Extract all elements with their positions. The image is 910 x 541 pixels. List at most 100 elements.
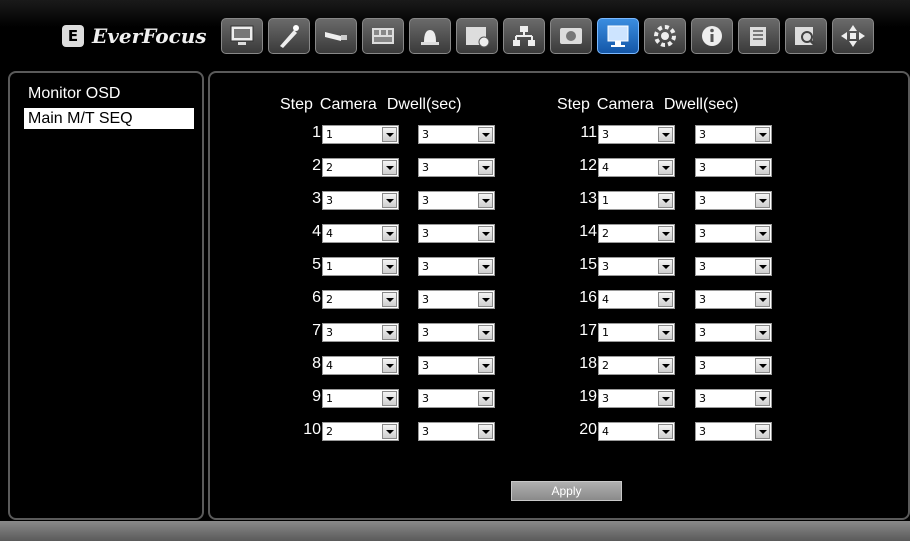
chevron-down-icon[interactable] — [658, 160, 673, 175]
chevron-down-icon[interactable] — [658, 325, 673, 340]
chevron-down-icon[interactable] — [658, 424, 673, 439]
chevron-down-icon[interactable] — [382, 325, 397, 340]
dwell-select-value: 3 — [699, 326, 706, 339]
chevron-down-icon[interactable] — [382, 292, 397, 307]
dwell-select[interactable]: 3 — [418, 125, 495, 144]
dwell-select[interactable]: 3 — [695, 323, 772, 342]
camera-select[interactable]: 2 — [598, 356, 675, 375]
dwell-select[interactable]: 3 — [695, 257, 772, 276]
chevron-down-icon[interactable] — [478, 127, 493, 142]
camera-select[interactable]: 1 — [598, 191, 675, 210]
camera-select[interactable]: 2 — [598, 224, 675, 243]
chevron-down-icon[interactable] — [382, 358, 397, 373]
toolbar-button-settings-gear[interactable] — [644, 18, 686, 54]
chevron-down-icon[interactable] — [658, 193, 673, 208]
camera-select[interactable]: 4 — [598, 158, 675, 177]
chevron-down-icon[interactable] — [382, 391, 397, 406]
camera-select[interactable]: 4 — [322, 224, 399, 243]
camera-select[interactable]: 3 — [322, 191, 399, 210]
chevron-down-icon[interactable] — [658, 226, 673, 241]
chevron-down-icon[interactable] — [478, 259, 493, 274]
toolbar-button-network[interactable] — [503, 18, 545, 54]
toolbar-button-alarm[interactable] — [409, 18, 451, 54]
chevron-down-icon[interactable] — [755, 325, 770, 340]
toolbar-button-ptz[interactable] — [832, 18, 874, 54]
sidebar-item-monitor-osd[interactable]: Monitor OSD — [24, 83, 194, 104]
camera-select[interactable]: 1 — [322, 389, 399, 408]
chevron-down-icon[interactable] — [478, 325, 493, 340]
chevron-down-icon[interactable] — [382, 127, 397, 142]
dwell-select[interactable]: 3 — [695, 224, 772, 243]
dwell-select[interactable]: 3 — [418, 356, 495, 375]
chevron-down-icon[interactable] — [755, 424, 770, 439]
dwell-select[interactable]: 3 — [418, 257, 495, 276]
toolbar-button-schedule[interactable] — [456, 18, 498, 54]
chevron-down-icon[interactable] — [478, 193, 493, 208]
chevron-down-icon[interactable] — [755, 292, 770, 307]
camera-select[interactable]: 4 — [598, 422, 675, 441]
sidebar-item-main-mt-seq[interactable]: Main M/T SEQ — [24, 108, 194, 129]
chevron-down-icon[interactable] — [478, 226, 493, 241]
toolbar-button-info[interactable] — [691, 18, 733, 54]
dwell-select[interactable]: 3 — [418, 191, 495, 210]
chevron-down-icon[interactable] — [382, 259, 397, 274]
camera-select[interactable]: 3 — [598, 125, 675, 144]
chevron-down-icon[interactable] — [478, 160, 493, 175]
dwell-select[interactable]: 3 — [695, 191, 772, 210]
camera-select[interactable]: 2 — [322, 422, 399, 441]
chevron-down-icon[interactable] — [658, 127, 673, 142]
dwell-select[interactable]: 3 — [418, 422, 495, 441]
toolbar-button-disk[interactable] — [550, 18, 592, 54]
chevron-down-icon[interactable] — [478, 424, 493, 439]
dwell-select[interactable]: 3 — [418, 389, 495, 408]
camera-select[interactable]: 1 — [322, 125, 399, 144]
camera-select[interactable]: 4 — [598, 290, 675, 309]
apply-button[interactable]: Apply — [511, 481, 622, 501]
chevron-down-icon[interactable] — [658, 391, 673, 406]
chevron-down-icon[interactable] — [382, 226, 397, 241]
camera-select[interactable]: 3 — [322, 323, 399, 342]
toolbar-button-search[interactable] — [785, 18, 827, 54]
chevron-down-icon[interactable] — [382, 160, 397, 175]
camera-select[interactable]: 3 — [598, 257, 675, 276]
camera-select[interactable]: 1 — [322, 257, 399, 276]
chevron-down-icon[interactable] — [478, 292, 493, 307]
dwell-select[interactable]: 3 — [695, 290, 772, 309]
chevron-down-icon[interactable] — [755, 127, 770, 142]
dwell-select-value: 3 — [699, 260, 706, 273]
dwell-select[interactable]: 3 — [695, 356, 772, 375]
chevron-down-icon[interactable] — [658, 358, 673, 373]
chevron-down-icon[interactable] — [755, 160, 770, 175]
dwell-select[interactable]: 3 — [695, 158, 772, 177]
toolbar-button-record[interactable] — [362, 18, 404, 54]
dwell-select[interactable]: 3 — [418, 224, 495, 243]
dwell-select[interactable]: 3 — [695, 422, 772, 441]
chevron-down-icon[interactable] — [658, 292, 673, 307]
toolbar-button-wizard[interactable] — [268, 18, 310, 54]
camera-select[interactable]: 3 — [598, 389, 675, 408]
dwell-select[interactable]: 3 — [695, 125, 772, 144]
chevron-down-icon[interactable] — [755, 391, 770, 406]
chevron-down-icon[interactable] — [755, 259, 770, 274]
everfocus-logo: E EverFocus — [62, 24, 207, 48]
toolbar-button-camera[interactable] — [315, 18, 357, 54]
chevron-down-icon[interactable] — [382, 424, 397, 439]
camera-select[interactable]: 2 — [322, 290, 399, 309]
chevron-down-icon[interactable] — [755, 193, 770, 208]
toolbar-button-event-log[interactable] — [738, 18, 780, 54]
chevron-down-icon[interactable] — [478, 358, 493, 373]
camera-select[interactable]: 2 — [322, 158, 399, 177]
dwell-select[interactable]: 3 — [418, 158, 495, 177]
chevron-down-icon[interactable] — [478, 391, 493, 406]
dwell-select[interactable]: 3 — [418, 290, 495, 309]
camera-select[interactable]: 1 — [598, 323, 675, 342]
chevron-down-icon[interactable] — [658, 259, 673, 274]
chevron-down-icon[interactable] — [382, 193, 397, 208]
dwell-select[interactable]: 3 — [418, 323, 495, 342]
toolbar-button-display[interactable] — [597, 18, 639, 54]
chevron-down-icon[interactable] — [755, 358, 770, 373]
chevron-down-icon[interactable] — [755, 226, 770, 241]
toolbar-button-monitor[interactable] — [221, 18, 263, 54]
camera-select[interactable]: 4 — [322, 356, 399, 375]
dwell-select[interactable]: 3 — [695, 389, 772, 408]
